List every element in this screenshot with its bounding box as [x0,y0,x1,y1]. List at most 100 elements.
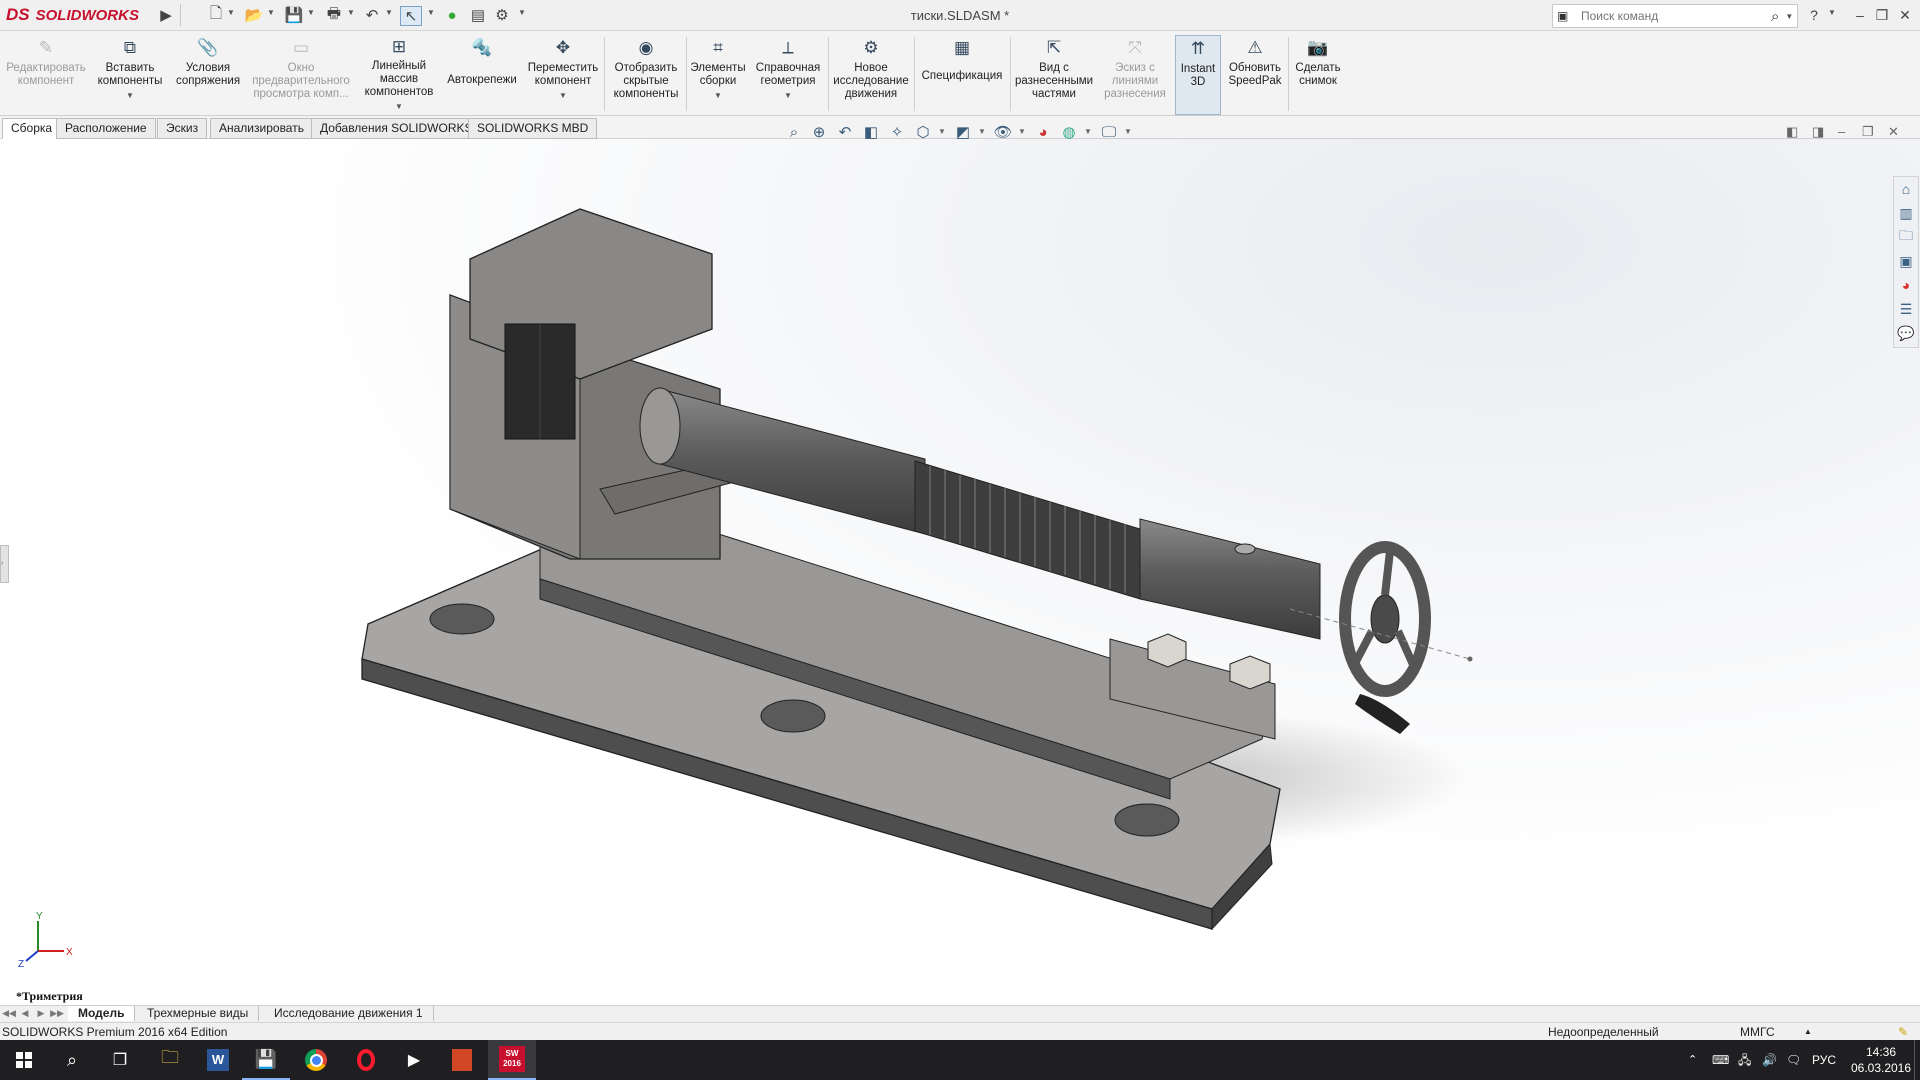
custom-properties-icon[interactable]: ☰ [1896,299,1916,319]
explode-line-sketch-button[interactable]: ⤧ Эскиз с линиями разнесения [1098,35,1172,113]
view-settings-icon[interactable]: 🖵 [1098,122,1120,142]
minimize-icon[interactable]: – [1848,4,1872,26]
rebuild-traffic-light-icon[interactable]: ● [442,6,462,24]
network-icon[interactable]: 🖧 [1738,1040,1751,1080]
smart-fasteners-button[interactable]: 🔩 Автокрепежи [442,35,522,113]
update-speedpak-button[interactable]: ⚠ Обновить SpeedPak [1224,35,1286,113]
section-view-icon[interactable]: ◧ [860,122,882,142]
close-view-icon[interactable]: ✕ [1888,124,1899,140]
input-language[interactable]: РУС [1812,1040,1836,1080]
assembly-features-button[interactable]: ⌗ Элементы сборки ▼ [688,35,748,113]
linear-component-pattern-button[interactable]: ⊞ Линейный массив компонентов ▼ [356,35,442,113]
help-icon[interactable]: ? [1802,4,1826,26]
chevron-down-icon[interactable]: ▼ [559,89,567,102]
exploded-view-button[interactable]: ⇱ Вид с разнесенными частями [1012,35,1096,113]
solidworks-logo[interactable]: DS SOLIDWORKS [6,2,152,28]
view-orientation-icon[interactable]: ⬡ [912,122,934,142]
zoom-to-fit-icon[interactable]: ⌕ [783,122,805,142]
chevron-down-icon[interactable]: ▼ [395,100,403,113]
tab-layout[interactable]: Расположение [56,118,156,139]
chevron-down-icon[interactable]: ▼ [978,127,986,136]
chevron-down-icon[interactable]: ▼ [385,8,393,17]
tab-evaluate[interactable]: Анализировать [210,118,313,139]
design-library-icon[interactable]: ▥ [1896,203,1916,223]
close-icon[interactable]: ✕ [1893,4,1917,26]
opera-icon[interactable] [342,1040,390,1080]
reference-geometry-button[interactable]: ⟂ Справочная геометрия ▼ [748,35,828,113]
keyboard-icon[interactable]: ⌨ [1712,1040,1729,1080]
chevron-down-icon[interactable]: ▼ [938,127,946,136]
word-icon[interactable]: W [194,1040,242,1080]
insert-components-button[interactable]: ⧉ Вставить компоненты ▼ [90,35,170,113]
display-style-icon[interactable]: ◩ [952,122,974,142]
tab-model[interactable]: Модель [68,1006,136,1021]
windows-start-icon[interactable] [0,1040,48,1080]
tab-solidworks-addins[interactable]: Добавления SOLIDWORKS [311,118,482,139]
graphics-area[interactable]: › Y X Z [0,139,1920,1004]
view-palette-icon[interactable]: ▣ [1896,251,1916,271]
forum-icon[interactable]: 💬 [1896,323,1916,343]
chevron-down-icon[interactable]: ▼ [1828,8,1836,17]
appearances-icon[interactable]: ◕ [1896,275,1916,295]
new-document-icon[interactable]: 🗋 [206,5,226,24]
tile-left-icon[interactable]: ◧ [1786,124,1798,140]
open-folder-icon[interactable]: 📂 [244,6,264,24]
edit-appearance-icon[interactable]: ◕ [1032,122,1054,142]
search-input[interactable] [1579,8,1763,24]
command-search-box[interactable]: ▣ ⌕ ▼ [1552,4,1798,28]
zoom-to-area-icon[interactable]: ⊕ [808,122,830,142]
tab-3d-views[interactable]: Трехмерные виды [137,1006,260,1021]
office-app-icon[interactable] [438,1040,486,1080]
print-icon[interactable]: 🖶 [324,5,344,24]
tile-right-icon[interactable]: ◨ [1812,124,1824,140]
chevron-down-icon[interactable]: ▼ [714,89,722,102]
component-preview-window-button[interactable]: ▭ Окно предварительного просмотра комп..… [248,35,354,113]
mate-button[interactable]: 📎 Условия сопряжения [170,35,246,113]
chevron-down-icon[interactable]: ▼ [427,8,435,17]
search-icon[interactable]: ⌕ [1771,8,1779,25]
volume-icon[interactable]: 🔊 [1762,1040,1777,1080]
last-tab-arrow-icon[interactable]: ▶▶ [50,1007,64,1020]
move-component-button[interactable]: ✥ Переместить компонент ▼ [524,35,602,113]
solidworks-resources-icon[interactable]: ⌂ [1896,179,1916,199]
file-explorer-icon[interactable]: 🗀 [146,1040,194,1080]
chevron-down-icon[interactable]: ▼ [267,8,275,17]
rebuild-status-icon[interactable]: ✎ [1898,1023,1908,1041]
hide-show-items-icon[interactable]: 👁 [992,122,1014,142]
options-gear-icon[interactable]: ⚙ [492,6,512,24]
show-hidden-components-button[interactable]: ◉ Отобразить скрытые компоненты [608,35,684,113]
unit-system[interactable]: ММГС [1740,1023,1775,1041]
chevron-down-icon[interactable]: ▼ [1084,127,1092,136]
tray-overflow-icon[interactable]: ⌃ [1688,1040,1697,1080]
previous-tab-arrow-icon[interactable]: ◀ [18,1007,32,1020]
new-motion-study-button[interactable]: ⚙ Новое исследование движения [830,35,912,113]
tab-motion-study-1[interactable]: Исследование движения 1 [264,1006,434,1021]
first-tab-arrow-icon[interactable]: ◀◀ [2,1007,16,1020]
chevron-down-icon[interactable]: ▼ [518,8,526,17]
instant-3d-button[interactable]: ⇈ Instant 3D [1175,35,1221,115]
save-icon[interactable]: 💾 [284,6,304,24]
chevron-down-icon[interactable]: ▼ [347,8,355,17]
unit-system-arrow-icon[interactable]: ▲ [1804,1023,1812,1041]
bill-of-materials-button[interactable]: ▦ Спецификация [916,35,1008,113]
chevron-down-icon[interactable]: ▼ [126,89,134,102]
chrome-icon[interactable] [292,1040,340,1080]
clock[interactable]: 14:36 06.03.2016 [1850,1044,1912,1076]
undo-icon[interactable]: ↶ [362,6,382,24]
select-arrow-icon[interactable]: ↖ [400,6,422,26]
media-player-icon[interactable]: ▶ [390,1040,438,1080]
file-properties-icon[interactable]: ▤ [468,6,488,24]
file-explorer-icon[interactable]: 🗀 [1896,227,1916,247]
edit-component-button[interactable]: ✎ Редактировать компонент [6,35,86,113]
vise-assembly-model[interactable] [0,139,1920,1004]
chevron-down-icon[interactable]: ▼ [784,89,792,102]
take-snapshot-button[interactable]: 📷 Сделать снимок [1290,35,1346,113]
chevron-down-icon[interactable]: ▼ [227,8,235,17]
notifications-icon[interactable]: 🗨 [1786,1040,1801,1080]
tab-solidworks-mbd[interactable]: SOLIDWORKS MBD [468,118,598,139]
chevron-down-icon[interactable]: ▼ [1124,127,1132,136]
show-desktop-button[interactable] [1914,1040,1920,1080]
feature-manager-collapse-tab[interactable]: › [0,545,9,583]
chevron-down-icon[interactable]: ▼ [1785,12,1793,21]
expand-arrow-icon[interactable]: ▶ [156,6,176,24]
